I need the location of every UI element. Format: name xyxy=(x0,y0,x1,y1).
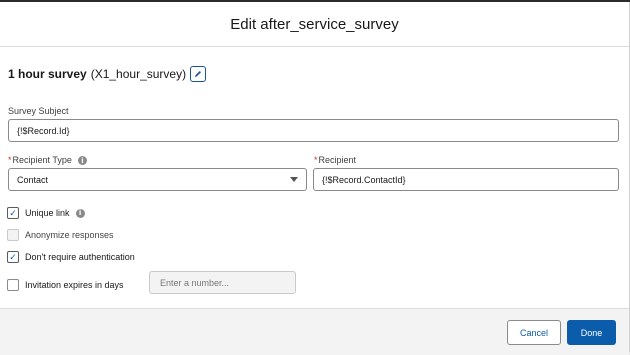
survey-api-name: (X1_hour_survey) xyxy=(90,67,187,81)
recipient-type-label: *Recipient Type i xyxy=(8,155,87,166)
survey-name: 1 hour survey xyxy=(8,67,87,81)
unique-link-label: Unique link xyxy=(25,208,70,218)
edit-survey-modal: Edit after_service_survey 1 hour survey … xyxy=(0,2,630,355)
modal-body: 1 hour survey (X1_hour_survey) Survey Su… xyxy=(0,47,629,308)
info-icon[interactable]: i xyxy=(77,156,87,166)
recipient-type-select[interactable]: Contact xyxy=(8,168,307,191)
no-auth-checkbox[interactable]: ✓ xyxy=(7,251,19,263)
subject-field[interactable]: {!$Record.Id} xyxy=(8,119,619,142)
recipient-type-value: Contact xyxy=(17,174,49,185)
expires-days-input[interactable]: Enter a number... xyxy=(149,271,296,294)
unique-link-checkbox[interactable]: ✓ xyxy=(7,207,19,219)
anonymize-row: Anonymize responses xyxy=(7,229,114,241)
required-mark: * xyxy=(314,155,318,165)
expires-label: Invitation expires in days xyxy=(25,280,124,290)
pencil-icon xyxy=(195,71,202,77)
unique-link-row: ✓ Unique link i xyxy=(7,207,85,219)
recipient-value: {!$Record.ContactId} xyxy=(322,174,406,185)
required-mark: * xyxy=(8,155,12,165)
done-button[interactable]: Done xyxy=(567,320,616,345)
info-icon[interactable]: i xyxy=(75,208,85,218)
expires-days-placeholder: Enter a number... xyxy=(160,277,230,288)
expires-checkbox[interactable] xyxy=(7,279,19,291)
no-auth-row: ✓ Don't require authentication xyxy=(7,251,135,263)
subject-value: {!$Record.Id} xyxy=(17,125,70,136)
chevron-down-icon xyxy=(290,177,298,182)
modal-header: Edit after_service_survey xyxy=(0,2,629,47)
anonymize-label: Anonymize responses xyxy=(25,230,114,240)
edit-name-button[interactable] xyxy=(190,66,207,82)
recipient-field[interactable]: {!$Record.ContactId} xyxy=(313,168,619,191)
survey-name-row: 1 hour survey (X1_hour_survey) xyxy=(8,66,207,82)
anonymize-checkbox[interactable] xyxy=(7,229,19,241)
modal-title: Edit after_service_survey xyxy=(230,15,399,33)
recipient-type-label-text: Recipient Type xyxy=(12,155,72,165)
cancel-button[interactable]: Cancel xyxy=(507,320,561,345)
no-auth-label: Don't require authentication xyxy=(25,252,135,262)
subject-label: Survey Subject xyxy=(8,106,69,116)
modal-footer: Cancel Done xyxy=(0,308,629,355)
expires-row: Invitation expires in days xyxy=(7,279,124,291)
recipient-label-text: Recipient xyxy=(318,155,357,165)
recipient-label: *Recipient xyxy=(314,155,356,165)
